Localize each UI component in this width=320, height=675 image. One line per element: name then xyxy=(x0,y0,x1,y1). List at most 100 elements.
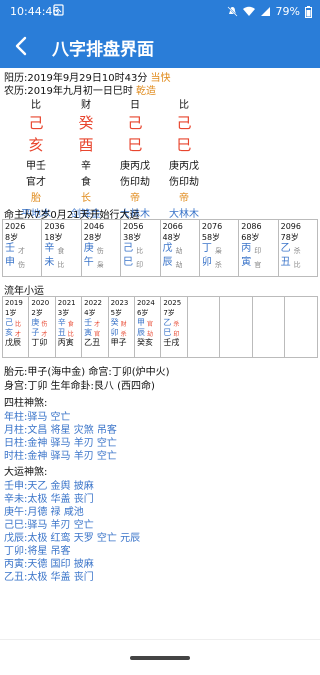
liunian-year: 2022 xyxy=(84,299,102,307)
battery-text: 79% xyxy=(275,5,300,18)
sizhu-line: 时柱:金神 驿马 羊刃 空亡 xyxy=(4,451,117,462)
dayun-branch-god: 杀 xyxy=(214,261,222,269)
dayun-cell[interactable]: 2046 28岁 庚伤 午枭 xyxy=(82,220,122,276)
pillar-state: 长 xyxy=(81,193,91,204)
pillar-hidden-gods: 官才 xyxy=(26,177,46,188)
dayun-age: 78岁 xyxy=(280,233,299,242)
dayun-branch: 巳 xyxy=(123,257,134,268)
pillar-state: 胎 xyxy=(31,193,41,204)
liunian-year: 2020 xyxy=(31,299,50,307)
liunian-empty-cell xyxy=(285,297,317,357)
liunian-branch-god: 劫 xyxy=(146,331,153,338)
liunian-stem: 甲 xyxy=(136,318,145,327)
liunian-branch-god: 印 xyxy=(173,331,180,338)
liunian-cell[interactable]: 2022 4岁 壬才 寅官 乙丑 xyxy=(82,297,109,357)
liunian-branch: 丑 xyxy=(57,328,66,337)
dayun-branch-god: 比 xyxy=(57,261,65,269)
pillar-branch: 巳 xyxy=(176,136,192,154)
liunian-age: 6岁 xyxy=(136,309,149,317)
liunian-empty-cell xyxy=(253,297,286,357)
liunian-cell[interactable]: 2019 1岁 己比 亥才 戊辰 xyxy=(3,297,30,357)
liunian-branch: 卯 xyxy=(110,328,119,337)
pillar-hidden-stems: 甲壬 xyxy=(26,161,46,172)
dayun-stem-god: 杀 xyxy=(293,247,301,255)
dayun-year: 2096 xyxy=(280,222,301,231)
shengong-line: 身宫:丁卯 生年命卦:艮八 (西四命) xyxy=(4,381,155,392)
dayun-cell[interactable]: 2056 38岁 己比 巳印 xyxy=(121,220,161,276)
dayun-branch-god: 官 xyxy=(254,261,262,269)
liunian-age: 5岁 xyxy=(110,309,123,317)
dayun-branch: 申 xyxy=(5,257,15,268)
liunian-age: 4岁 xyxy=(84,309,96,317)
liunian-cell[interactable]: 2021 3岁 辛食 丑比 丙寅 xyxy=(56,297,83,357)
liunian-age: 2岁 xyxy=(31,309,43,317)
dayun-branch-god: 印 xyxy=(136,261,144,269)
dayun-branch-god: 伤 xyxy=(18,261,25,269)
liunian-cell[interactable]: 2025 7岁 乙杀 巳印 壬戌 xyxy=(161,297,188,357)
gesture-handle[interactable] xyxy=(130,656,190,660)
pillar-state: 帝 xyxy=(130,193,140,204)
pillar-hidden-stems: 辛 xyxy=(81,161,91,172)
pillar-state: 帝 xyxy=(179,193,189,204)
liunian-stem: 壬 xyxy=(84,318,93,327)
dayun-age: 28岁 xyxy=(83,233,102,242)
pillar-stem: 己 xyxy=(176,114,192,132)
notification-icon xyxy=(53,4,64,16)
dayun-stem: 丁 xyxy=(201,243,212,254)
dayun-branch: 午 xyxy=(83,257,94,268)
liunian-empty-cell xyxy=(188,297,221,357)
pillar-year: 比 己 亥 甲壬 官才 胎 平地木 xyxy=(12,96,60,220)
dayun-cell[interactable]: 2096 78岁 乙杀 丑比 xyxy=(279,220,317,276)
pillar-stem: 己 xyxy=(28,114,44,132)
status-time: 10:44:46 xyxy=(10,5,60,18)
liunian-age: 3岁 xyxy=(57,309,70,317)
taiyuan-line: 胎元:甲子(海中金) 命宫:丁卯(炉中火) xyxy=(4,367,170,378)
dayun-cell[interactable]: 2076 58岁 丁枭 卯杀 xyxy=(200,220,240,276)
dayun-stem: 辛 xyxy=(44,243,55,254)
liunian-branch-god: 才 xyxy=(41,331,48,338)
dayun-branch-god: 劫 xyxy=(175,261,183,269)
liunian-title: 流年小运 xyxy=(4,286,44,297)
dayun-stem: 壬 xyxy=(5,243,15,254)
dayun-year: 2036 xyxy=(44,222,65,231)
liunian-year: 2023 xyxy=(110,299,129,307)
dayun-cell[interactable]: 2026 8岁 壬才 申伤 xyxy=(3,220,43,276)
dayun-branch-god: 比 xyxy=(293,261,301,269)
liunian-cell[interactable]: 2024 6岁 甲官 辰劫 癸亥 xyxy=(135,297,162,357)
dayun-shensha-title: 大运神煞: xyxy=(4,467,48,478)
liunian-age: 1岁 xyxy=(5,309,17,317)
dayun-stem: 庚 xyxy=(83,243,94,254)
liunian-cell[interactable]: 2023 5岁 癸财 卯杀 甲子 xyxy=(109,297,135,357)
liunian-year: 2019 xyxy=(5,299,23,307)
dayun-stem-god: 枭 xyxy=(214,247,222,255)
dayun-stem: 己 xyxy=(123,243,134,254)
pillar-branch: 亥 xyxy=(28,136,44,154)
dayun-cell[interactable]: 2036 18岁 辛食 未比 xyxy=(42,220,82,276)
pillar-nayin: 大林木 xyxy=(169,209,199,220)
dayun-stem: 丙 xyxy=(241,243,252,254)
back-arrow-icon[interactable] xyxy=(10,34,34,58)
dayun-age: 68岁 xyxy=(241,233,260,242)
liunian-cell[interactable]: 2020 2岁 庚伤 子才 丁卯 xyxy=(29,297,56,357)
liunian-branch-god: 才 xyxy=(15,331,22,338)
dayun-year: 2066 xyxy=(162,222,183,231)
page-title: 八字排盘界面 xyxy=(52,40,154,60)
pillar-hidden-gods: 食 xyxy=(81,177,91,188)
dayun-year: 2056 xyxy=(123,222,144,231)
liunian-age: 7岁 xyxy=(163,309,175,317)
liunian-branch-god: 官 xyxy=(94,331,101,338)
dayun-cell[interactable]: 2066 48岁 戊劫 辰劫 xyxy=(161,220,200,276)
pillar-hidden-stems: 庚丙戊 xyxy=(120,161,150,172)
pillar-month: 财 癸 酉 辛 食 长 剑锋金 xyxy=(62,96,110,220)
dayun-cell[interactable]: 2086 68岁 丙印 寅官 xyxy=(239,220,279,276)
liunian-table: 2019 1岁 己比 亥才 戊辰 2020 2岁 庚伤 子才 丁卯 2021 3… xyxy=(2,296,318,358)
pillar-stem: 癸 xyxy=(78,114,94,132)
liunian-branch: 寅 xyxy=(84,328,93,337)
mute-icon xyxy=(226,6,238,17)
liunian-branch-god: 杀 xyxy=(120,331,127,338)
dayun-stem-god: 劫 xyxy=(175,247,183,255)
dayun-branch: 丑 xyxy=(280,257,291,268)
liunian-year: 2024 xyxy=(136,299,155,307)
liunian-stem: 癸 xyxy=(110,318,119,327)
dayun-stem: 戊 xyxy=(162,243,173,254)
